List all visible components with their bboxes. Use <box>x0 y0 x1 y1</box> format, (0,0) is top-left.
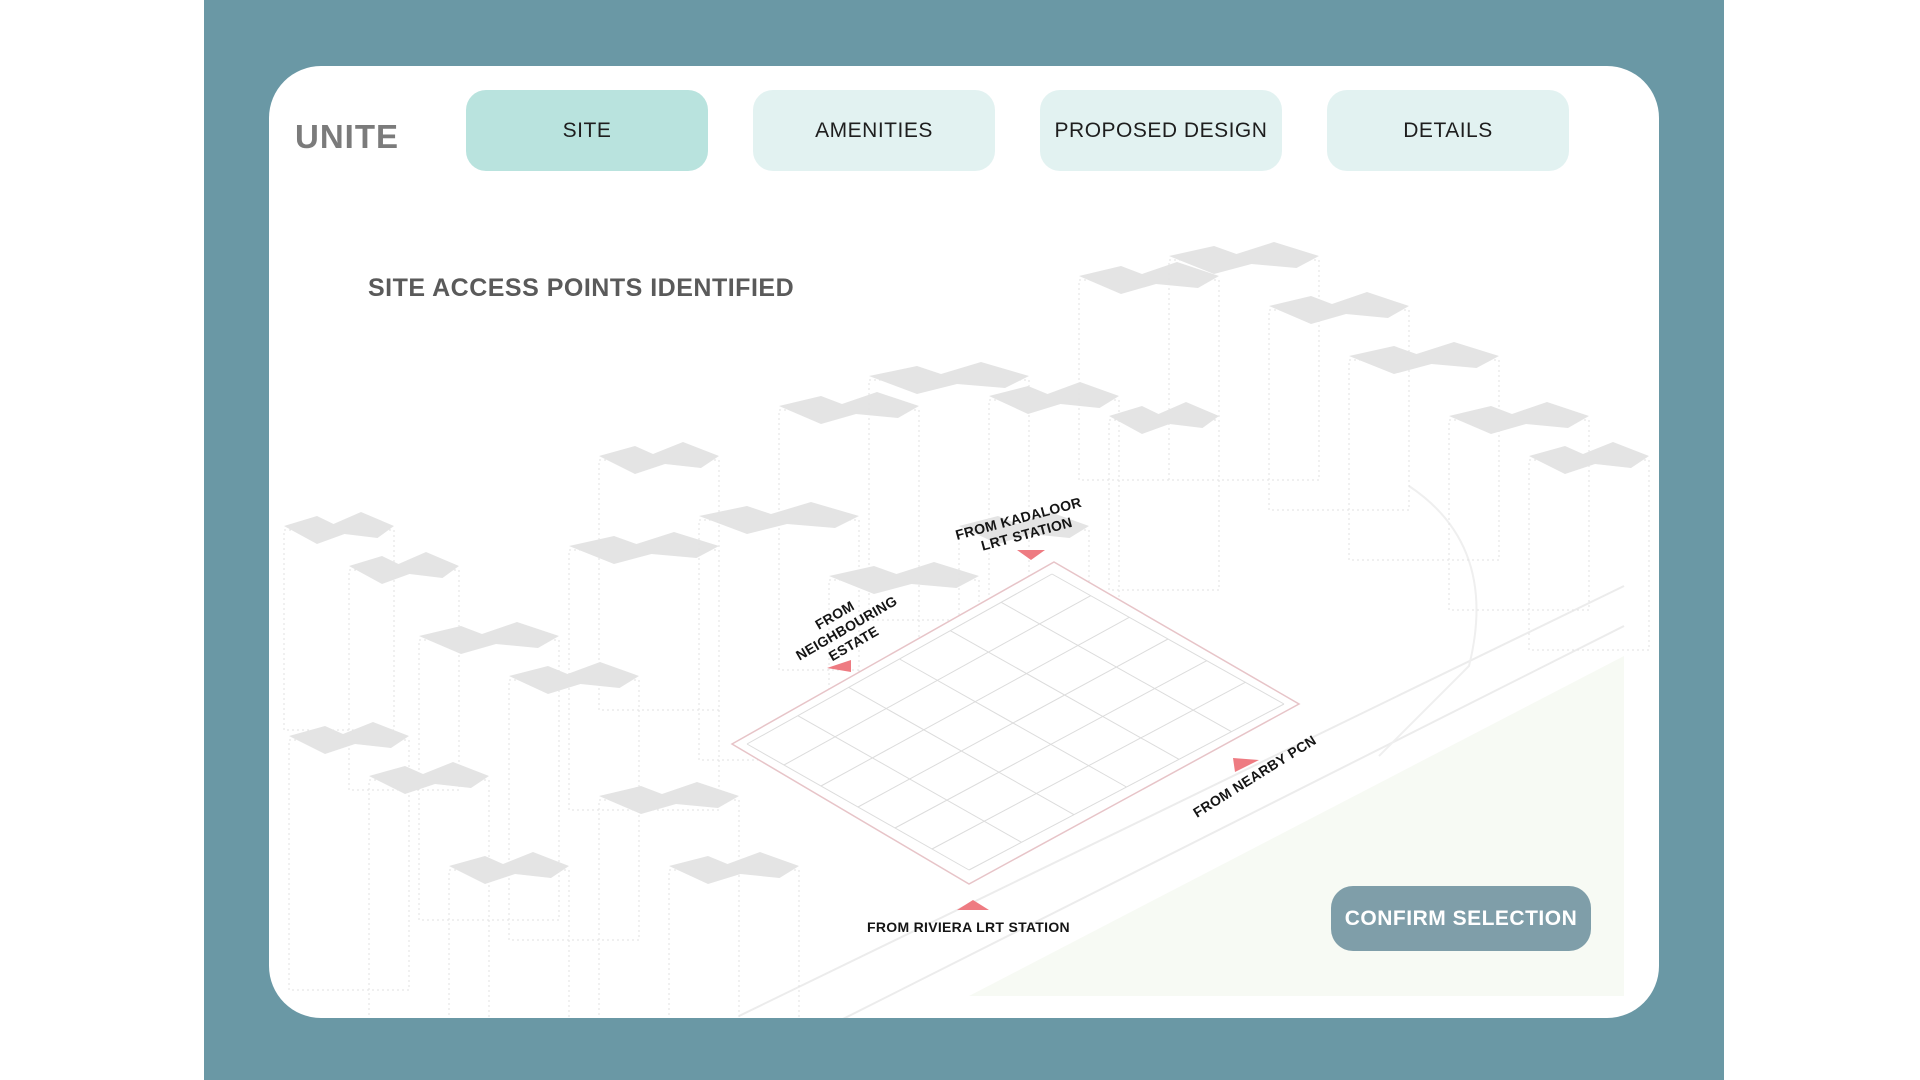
tab-site[interactable]: SITE <box>466 90 708 171</box>
tower-roof <box>284 512 394 544</box>
road-line <box>1378 485 1478 757</box>
tower-roof <box>1109 402 1219 434</box>
app-logo: UNITE <box>295 118 399 155</box>
tower-outline <box>448 869 570 1018</box>
tower-roof <box>1449 402 1589 434</box>
tower-roof <box>419 622 559 654</box>
site-grid <box>730 561 1301 885</box>
tower-roof <box>509 662 639 694</box>
tower-outline <box>368 779 490 1018</box>
tower-roof <box>1269 292 1409 324</box>
confirm-selection-button[interactable]: CONFIRM SELECTION <box>1331 886 1591 951</box>
tower-roof <box>829 562 979 594</box>
tab-amenities[interactable]: AMENITIES <box>753 90 995 171</box>
site-map: FROM KADALOOR LRT STATION FROM NEIGHBOUR… <box>283 242 1650 1018</box>
tower-outline <box>1078 279 1220 481</box>
tower-outline <box>1348 359 1500 561</box>
tower-roof <box>599 442 719 474</box>
tower-outline <box>1168 259 1320 481</box>
triangle-marker-icon <box>1017 550 1045 560</box>
riviera-access-label: FROM RIVIERA LRT STATION <box>867 919 1070 935</box>
tower-roof <box>869 362 1029 394</box>
tower-roof <box>779 392 919 424</box>
tower-outline <box>348 569 460 791</box>
main-card: FROM KADALOOR LRT STATION FROM NEIGHBOUR… <box>269 66 1659 1018</box>
tower-roof <box>369 762 489 794</box>
triangle-marker-icon <box>957 900 989 910</box>
tower-roof <box>599 782 739 814</box>
tower-roof <box>349 552 459 584</box>
kadaloor-access-label: FROM KADALOOR LRT STATION <box>954 493 1092 560</box>
tower-outline <box>1108 419 1220 591</box>
tower-outline <box>1268 309 1410 511</box>
tower-roof <box>989 382 1119 414</box>
tower-roof <box>1349 342 1499 374</box>
tower-roof <box>569 532 719 564</box>
page-title: SITE ACCESS POINTS IDENTIFIED <box>368 274 795 302</box>
tab-proposed-design[interactable]: PROPOSED DESIGN <box>1040 90 1282 171</box>
tower-roof <box>669 852 799 884</box>
tab-details[interactable]: DETAILS <box>1327 90 1569 171</box>
